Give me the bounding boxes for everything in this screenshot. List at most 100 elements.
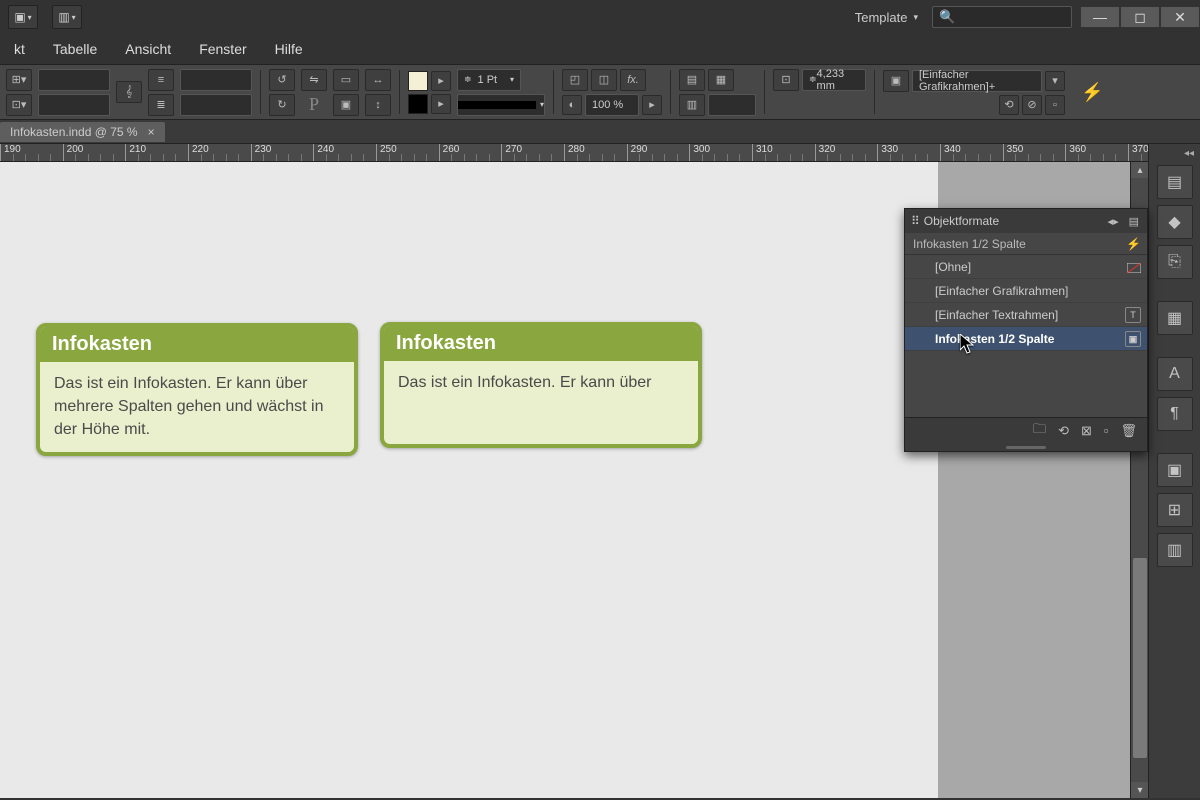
page-canvas[interactable]: Infokasten Das ist ein Infokasten. Er ka… xyxy=(0,162,938,798)
scroll-down-icon[interactable]: ▾ xyxy=(1131,782,1149,798)
ruler-horizontal: 1902002102202302402502602702802903003103… xyxy=(0,144,1148,162)
document-tab-row: Infokasten.indd @ 75 % × xyxy=(0,120,1200,144)
panel-resize-grip[interactable] xyxy=(905,443,1147,451)
select-container-icon[interactable]: ▭ xyxy=(333,69,359,91)
opacity-icon[interactable]: ◐ xyxy=(562,95,582,115)
menu-item[interactable]: Hilfe xyxy=(261,37,317,61)
menu-item[interactable]: Fenster xyxy=(185,37,260,61)
bolt-icon[interactable]: ⚡ xyxy=(1126,237,1141,251)
layers-icon[interactable]: ◆ xyxy=(1157,205,1193,239)
workspace: 1902002102202302402502602702802903003103… xyxy=(0,144,1200,798)
scroll-thumb[interactable] xyxy=(1133,558,1147,758)
infobox-a[interactable]: Infokasten Das ist ein Infokasten. Er ka… xyxy=(36,323,358,456)
reference-point-button[interactable]: ⊞▾ xyxy=(6,69,32,91)
infobox-b[interactable]: Infokasten Das ist ein Infokasten. Er ka… xyxy=(380,322,702,448)
window-minimize-button[interactable]: — xyxy=(1080,6,1120,28)
effects-icon[interactable]: fx. xyxy=(620,69,646,91)
panel-footer: 🗀 ⟲ ⊠ ▫ 🗑 xyxy=(905,417,1147,443)
chevron-down-icon: ▾ xyxy=(913,12,918,23)
object-styles-icon[interactable]: ▣ xyxy=(1157,453,1193,487)
folder-icon[interactable]: 🗀 xyxy=(1033,420,1046,442)
control-bar: ⊞▾ ⊡▾ 𝄞 ≡ ≣ ↺ ↻ ⇋ P ▭ ▣ ↔ ↕ ▸ ▸ xyxy=(0,64,1200,120)
workspace-switcher[interactable]: Template ▾ xyxy=(841,6,932,29)
fill-swatch[interactable] xyxy=(408,71,428,91)
rail-collapse-icon[interactable]: ◂◂ xyxy=(1184,148,1200,159)
object-styles-panel[interactable]: ⠿ Objektformate ◂▸ ▤ Infokasten 1/2 Spal… xyxy=(904,208,1148,452)
window-maximize-button[interactable]: ◻ xyxy=(1120,6,1160,28)
close-icon[interactable]: × xyxy=(148,125,155,139)
frame-fit-icon[interactable]: ⊡ xyxy=(773,69,799,91)
screen-mode-button[interactable]: ▥▾ xyxy=(52,5,82,29)
document-tab[interactable]: Infokasten.indd @ 75 % × xyxy=(0,122,165,142)
infobox-body: Das ist ein Infokasten. Er kann über xyxy=(384,361,698,404)
panel-grip-icon[interactable]: ⠿ xyxy=(911,214,918,228)
align-left-button[interactable]: ≡ xyxy=(148,69,174,91)
h-field[interactable] xyxy=(180,94,252,116)
stroke-swatch[interactable] xyxy=(408,94,428,114)
stroke-weight-field[interactable]: ≑1 Pt▾ xyxy=(457,69,521,91)
trash-icon[interactable]: 🗑 xyxy=(1120,423,1137,439)
right-panel-rail: ◂◂ ▤ ◆ ⎘ ▦ A ¶ ▣ ⊞ ▥ xyxy=(1148,144,1200,798)
text-wrap-around-icon[interactable]: ▦ xyxy=(708,69,734,91)
apply-none-icon[interactable]: ⊘ xyxy=(1022,95,1042,115)
menu-item[interactable]: Ansicht xyxy=(111,37,185,61)
table-styles-icon[interactable]: ⊞ xyxy=(1157,493,1193,527)
rotate-cw-icon[interactable]: ↻ xyxy=(269,94,295,116)
view-bridge-button[interactable]: ▣▾ xyxy=(8,5,38,29)
reference-point-alt-button[interactable]: ⊡▾ xyxy=(6,94,32,116)
text-wrap-none-icon[interactable]: ▤ xyxy=(679,69,705,91)
opacity-field[interactable]: 100 % xyxy=(585,94,639,116)
fill-dropdown-icon[interactable]: ▸ xyxy=(431,71,451,91)
arrows-icon[interactable]: ↔ xyxy=(365,69,391,91)
x-field[interactable] xyxy=(38,69,110,91)
cell-styles-icon[interactable]: ▥ xyxy=(1157,533,1193,567)
panel-menu-icon[interactable]: ▤ xyxy=(1127,215,1141,228)
object-style-dropdown[interactable]: [Einfacher Grafikrahmen]+ xyxy=(912,70,1042,92)
object-style-icon[interactable]: ▣ xyxy=(883,70,909,92)
pages-icon[interactable]: ▤ xyxy=(1157,165,1193,199)
text-wrap-jump-icon[interactable]: ▥ xyxy=(679,94,705,116)
style-item-none[interactable]: [Ohne] xyxy=(905,255,1147,279)
links-icon[interactable]: ⎘ xyxy=(1157,245,1193,279)
title-bar: ▣▾ ▥▾ Template ▾ 🔍 — ◻ ✕ xyxy=(0,0,1200,34)
window-close-button[interactable]: ✕ xyxy=(1160,6,1200,28)
stroke-dropdown-icon[interactable]: ▸ xyxy=(431,94,451,114)
clear-overrides-icon[interactable]: ⟲ xyxy=(1058,423,1069,439)
character-styles-icon[interactable]: A xyxy=(1157,357,1193,391)
scroll-up-icon[interactable]: ▴ xyxy=(1131,162,1149,178)
new-style-icon[interactable]: ▫ xyxy=(1104,423,1109,438)
panel-header[interactable]: ⠿ Objektformate ◂▸ ▤ xyxy=(905,209,1147,233)
select-content-icon[interactable]: ▣ xyxy=(333,94,359,116)
gap-field[interactable] xyxy=(708,94,756,116)
drop-shadow-icon[interactable]: ◫ xyxy=(591,69,617,91)
menu-item[interactable]: kt xyxy=(0,37,39,61)
chevron-down-icon[interactable]: ▾ xyxy=(1045,71,1065,91)
style-item[interactable]: [Einfacher Grafikrahmen] xyxy=(905,279,1147,303)
default-text-icon: T xyxy=(1125,307,1141,323)
rotate-ccw-icon[interactable]: ↺ xyxy=(269,69,295,91)
arrows-icon[interactable]: ↕ xyxy=(365,94,391,116)
flip-horizontal-icon[interactable]: ⇋ xyxy=(301,69,327,91)
w-field[interactable] xyxy=(180,69,252,91)
new-style-icon[interactable]: ▫ xyxy=(1045,95,1065,115)
align-center-button[interactable]: ≣ xyxy=(148,94,174,116)
swatches-icon[interactable]: ▦ xyxy=(1157,301,1193,335)
clear-overrides-icon[interactable]: ⟲ xyxy=(999,95,1019,115)
opacity-step-icon[interactable]: ▸ xyxy=(642,95,662,115)
menu-item[interactable]: Tabelle xyxy=(39,37,111,61)
infobox-title: Infokasten xyxy=(40,327,354,362)
break-link-icon[interactable]: ⊠ xyxy=(1081,423,1092,439)
y-field[interactable] xyxy=(38,94,110,116)
stroke-style-field[interactable]: ▾ xyxy=(457,94,545,116)
infobox-body: Das ist ein Infokasten. Er kann über meh… xyxy=(40,362,354,452)
style-item[interactable]: [Einfacher Textrahmen] T xyxy=(905,303,1147,327)
style-item-selected[interactable]: Infokasten 1/2 Spalte ▣ xyxy=(905,327,1147,351)
paragraph-styles-icon[interactable]: ¶ xyxy=(1157,397,1193,431)
link-dims-icon[interactable]: 𝄞 xyxy=(116,81,142,103)
corner-options-icon[interactable]: ◰ xyxy=(562,69,588,91)
measure-field[interactable]: ≑4,233 mm xyxy=(802,69,866,91)
menu-bar: kt Tabelle Ansicht Fenster Hilfe xyxy=(0,34,1200,64)
panel-collapse-icon[interactable]: ◂▸ xyxy=(1106,215,1121,228)
quick-apply-icon[interactable]: ⚡ xyxy=(1071,82,1113,103)
search-input[interactable]: 🔍 xyxy=(932,6,1072,28)
